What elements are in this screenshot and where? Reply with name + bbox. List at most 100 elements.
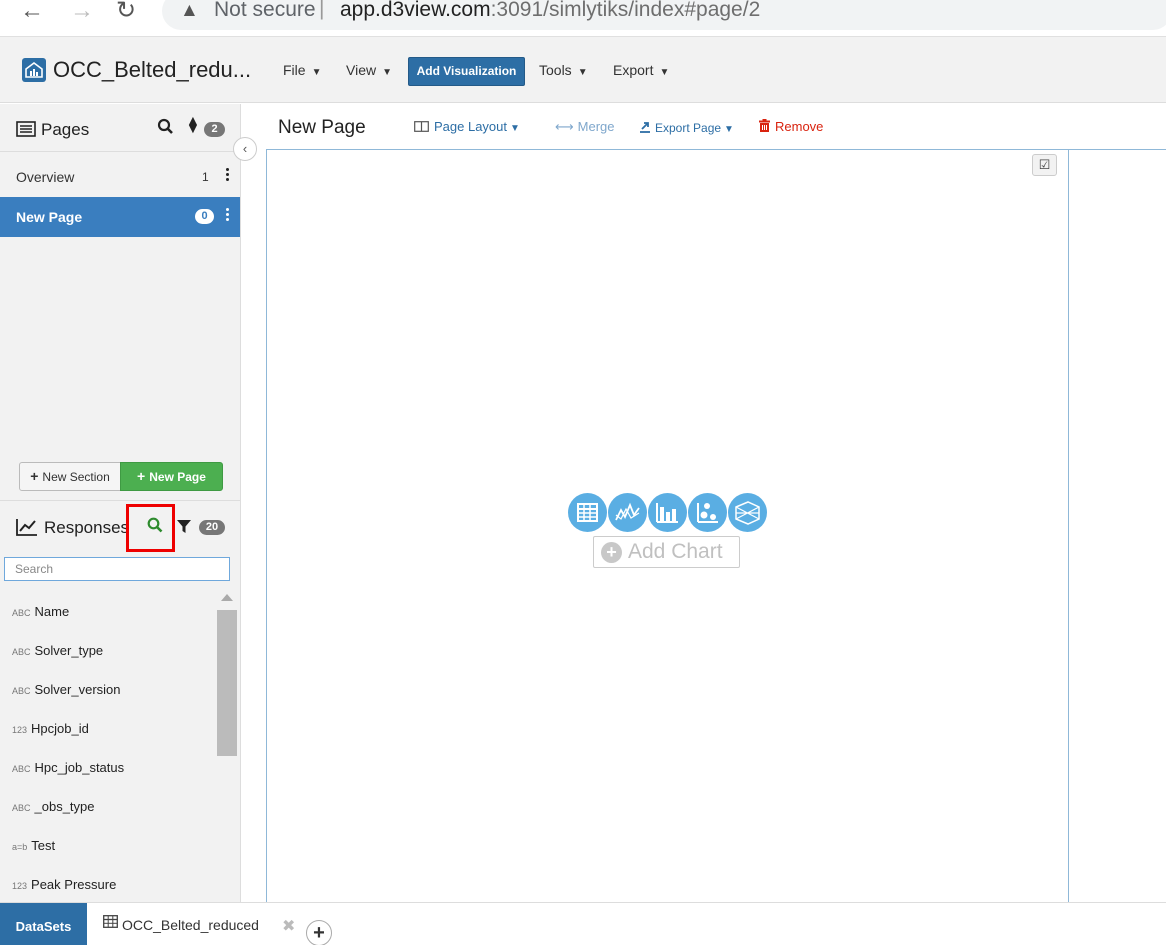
address-bar[interactable]: ▲ Not secure | app.d3view.com:3091/simly… bbox=[162, 0, 1166, 30]
app-logo-icon bbox=[22, 58, 46, 82]
line-chart-icon bbox=[16, 518, 38, 541]
tab-label: OCC_Belted_reduced bbox=[122, 917, 259, 933]
item-name: Solver_type bbox=[34, 643, 104, 658]
item-name: Name bbox=[34, 604, 70, 619]
pages-title: Pages bbox=[41, 120, 90, 139]
arrows-horizontal-icon: ⟷ bbox=[555, 119, 574, 134]
url-text[interactable]: app.d3view.com:3091/simlytiks/index#page… bbox=[340, 0, 760, 22]
list-item[interactable]: 123 Hpcjob_id bbox=[12, 720, 89, 740]
trash-icon bbox=[759, 119, 770, 132]
add-chart-label: Add Chart bbox=[628, 540, 723, 563]
page-canvas[interactable]: ☑ + Add Chart bbox=[266, 149, 1069, 902]
bar-chart-icon[interactable] bbox=[648, 493, 687, 532]
scrollbar[interactable] bbox=[216, 588, 238, 902]
caret-down-icon: ▼ bbox=[311, 67, 322, 78]
url-path: :3091/simlytiks/index#page/2 bbox=[490, 0, 761, 21]
page-layout-button[interactable]: Page Layout ▼ bbox=[414, 119, 520, 134]
list-icon bbox=[16, 121, 36, 142]
caret-down-icon: ▼ bbox=[382, 67, 392, 78]
page-item-new-page[interactable]: New Page 0 bbox=[0, 197, 240, 237]
page-layout-label: Page Layout bbox=[434, 119, 508, 134]
remove-button[interactable]: Remove bbox=[759, 119, 823, 134]
browser-toolbar: ← → ↻ ▲ Not secure | app.d3view.com:3091… bbox=[0, 0, 1166, 37]
merge-button[interactable]: ⟷ Merge bbox=[555, 119, 615, 135]
warning-triangle-icon: ▲ bbox=[180, 0, 199, 21]
type-icon: ABC bbox=[12, 686, 31, 696]
new-page-button[interactable]: + New Page bbox=[120, 462, 223, 491]
kebab-menu-icon[interactable] bbox=[226, 168, 230, 183]
item-name: Test bbox=[31, 838, 56, 853]
tab-dataset-file[interactable]: OCC_Belted_reduced ✖ bbox=[87, 903, 302, 945]
new-section-button[interactable]: + New Section bbox=[19, 462, 121, 491]
caret-down-icon: ▼ bbox=[510, 123, 520, 134]
type-icon: 123 bbox=[12, 725, 28, 735]
search-icon[interactable] bbox=[147, 517, 163, 538]
menu-file[interactable]: File ▼ bbox=[283, 62, 321, 78]
pages-count-badge: 2 bbox=[204, 122, 225, 137]
add-tab-button[interactable]: + bbox=[306, 920, 332, 945]
type-icon: ABC bbox=[12, 608, 31, 618]
menu-file-label: File bbox=[283, 62, 306, 78]
bubble-chart-icon[interactable] bbox=[688, 493, 727, 532]
scroll-up-arrow-icon[interactable] bbox=[221, 594, 233, 601]
item-name: Solver_version bbox=[34, 682, 121, 697]
new-page-label: New Page bbox=[149, 470, 206, 484]
url-separator: | bbox=[319, 0, 325, 20]
surface-chart-icon[interactable] bbox=[728, 493, 767, 532]
responses-count-badge: 20 bbox=[199, 520, 225, 535]
add-chart-button[interactable]: + Add Chart bbox=[593, 536, 740, 568]
table-chart-icon[interactable] bbox=[568, 493, 607, 532]
close-icon[interactable]: ✖ bbox=[282, 916, 295, 936]
item-name: Hpcjob_id bbox=[31, 721, 89, 736]
list-item[interactable]: ABC Name bbox=[12, 603, 69, 623]
tab-datasets[interactable]: DataSets bbox=[0, 903, 87, 945]
list-item[interactable]: ABC Solver_type bbox=[12, 642, 103, 662]
menu-tools-label: Tools bbox=[539, 62, 572, 78]
list-item[interactable]: a=b Test bbox=[12, 837, 55, 857]
reload-icon[interactable]: ↻ bbox=[116, 0, 136, 23]
columns-icon bbox=[414, 121, 429, 132]
page-item-label: Overview bbox=[16, 169, 75, 185]
page-item-count: 0 bbox=[195, 209, 214, 224]
collapse-sidebar-button[interactable]: ‹ bbox=[233, 137, 257, 161]
pages-header: Pages ▲ ▼ 2 bbox=[0, 104, 240, 152]
menu-export[interactable]: Export ▼ bbox=[613, 62, 669, 78]
url-host: app.d3view.com bbox=[340, 0, 491, 21]
forward-arrow-icon[interactable]: → bbox=[70, 0, 94, 23]
menu-tools[interactable]: Tools ▼ bbox=[539, 62, 588, 78]
filter-icon[interactable] bbox=[177, 519, 191, 539]
type-icon: 123 bbox=[12, 881, 28, 891]
type-icon: ABC bbox=[12, 647, 31, 657]
line-chart-icon[interactable] bbox=[608, 493, 647, 532]
page-item-count: 1 bbox=[202, 170, 209, 184]
export-page-button[interactable]: Export Page ▼ bbox=[639, 120, 734, 135]
app-header: OCC_Belted_redu... File ▼ View ▼ Add Visua… bbox=[0, 37, 1166, 103]
sidebar: Pages ▲ ▼ 2 Overview 1 New Page 0 + New Se… bbox=[0, 104, 241, 902]
list-item[interactable]: ABC Hpc_job_status bbox=[12, 759, 124, 779]
kebab-menu-icon[interactable] bbox=[226, 208, 230, 223]
caret-down-icon: ▼ bbox=[659, 67, 670, 78]
page-item-label: New Page bbox=[16, 209, 83, 225]
search-icon[interactable] bbox=[157, 118, 174, 140]
export-page-label: Export Page bbox=[655, 121, 722, 135]
type-icon: a=b bbox=[12, 842, 28, 852]
page-item-overview[interactable]: Overview 1 bbox=[0, 157, 240, 197]
responses-search-input[interactable] bbox=[4, 557, 230, 581]
caret-down-icon: ▼ bbox=[577, 67, 588, 78]
back-arrow-icon[interactable]: ← bbox=[20, 0, 44, 23]
new-section-label: New Section bbox=[42, 470, 110, 484]
scrollbar-thumb[interactable] bbox=[217, 610, 237, 756]
checkbox-icon[interactable]: ☑ bbox=[1032, 154, 1057, 176]
table-icon bbox=[103, 915, 118, 933]
list-item[interactable]: 123 Peak Pressure bbox=[12, 876, 116, 896]
not-secure-label: Not secure bbox=[214, 0, 316, 21]
list-item[interactable]: ABC _obs_type bbox=[12, 798, 95, 818]
list-item[interactable]: ABC Solver_version bbox=[12, 681, 121, 701]
menu-export-label: Export bbox=[613, 62, 654, 78]
add-visualization-button[interactable]: Add Visualization bbox=[408, 57, 525, 86]
sort-icon[interactable]: ▲ ▼ bbox=[186, 113, 200, 135]
export-icon bbox=[640, 122, 650, 133]
menu-view[interactable]: View ▼ bbox=[346, 62, 392, 78]
menu-view-label: View bbox=[346, 62, 377, 78]
type-icon: ABC bbox=[12, 764, 31, 774]
